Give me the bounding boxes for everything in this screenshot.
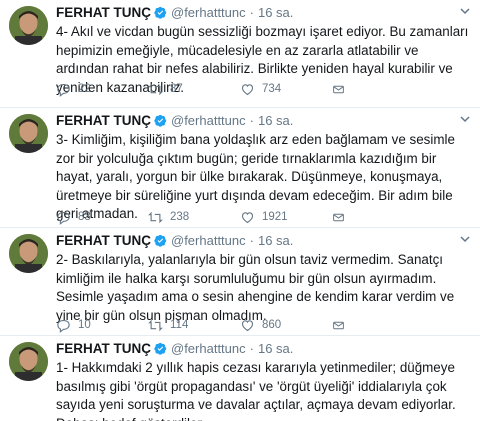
tweet[interactable]: FERHAT TUNÇ @ferhatttunc · 16 sa. 2- Bas… xyxy=(0,228,480,336)
verified-badge-icon xyxy=(154,6,167,19)
like-count: 734 xyxy=(262,83,282,95)
separator-dot: · xyxy=(249,5,254,20)
like-count: 860 xyxy=(262,319,282,331)
like-button[interactable]: 1921 xyxy=(240,210,332,225)
author-handle[interactable]: @ferhatttunc xyxy=(171,5,246,20)
retweet-button[interactable]: 114 xyxy=(148,318,240,333)
reply-count: 10 xyxy=(78,319,91,331)
heart-icon xyxy=(241,211,254,223)
direct-message-button[interactable] xyxy=(332,210,352,225)
direct-message-button[interactable] xyxy=(332,82,352,97)
tweet-timestamp[interactable]: 16 sa. xyxy=(258,5,293,20)
avatar[interactable] xyxy=(9,114,48,153)
verified-badge-icon xyxy=(154,234,167,247)
envelope-icon xyxy=(333,321,344,329)
avatar[interactable] xyxy=(9,234,48,273)
verified-badge-icon xyxy=(154,342,167,355)
author-name[interactable]: FERHAT TUNÇ xyxy=(56,341,151,356)
retweet-icon xyxy=(148,211,163,223)
reply-button[interactable]: 83 xyxy=(56,210,148,225)
like-button[interactable]: 860 xyxy=(240,318,332,333)
heart-icon xyxy=(241,83,254,95)
separator-dot: · xyxy=(249,233,254,248)
separator-dot: · xyxy=(249,341,254,356)
tweet-timestamp[interactable]: 16 sa. xyxy=(258,341,293,356)
tweet-text: 1- Hakkımdaki 2 yıllık hapis cezası kara… xyxy=(56,360,456,421)
avatar[interactable] xyxy=(9,6,48,45)
retweet-button[interactable]: 87 xyxy=(148,82,240,97)
retweet-icon xyxy=(148,83,163,95)
tweet-timestamp[interactable]: 16 sa. xyxy=(258,113,293,128)
author-name[interactable]: FERHAT TUNÇ xyxy=(56,113,151,128)
reply-icon xyxy=(57,83,70,97)
retweet-icon xyxy=(148,319,163,331)
reply-button[interactable]: 22 xyxy=(56,82,148,97)
envelope-icon xyxy=(333,85,344,93)
author-handle[interactable]: @ferhatttunc xyxy=(171,341,246,356)
tweet-text: 2- Baskılarıyla, yalanlarıyla bir gün ol… xyxy=(56,252,455,323)
verified-badge-icon xyxy=(154,114,167,127)
tweet-timestamp[interactable]: 16 sa. xyxy=(258,233,293,248)
avatar[interactable] xyxy=(9,342,48,381)
reply-count: 83 xyxy=(78,211,91,223)
author-name[interactable]: FERHAT TUNÇ xyxy=(56,5,151,20)
chevron-down-icon[interactable] xyxy=(458,4,472,18)
reply-count: 22 xyxy=(78,83,91,95)
retweet-count: 114 xyxy=(170,319,189,331)
author-name[interactable]: FERHAT TUNÇ xyxy=(56,233,151,248)
tweet[interactable]: FERHAT TUNÇ @ferhatttunc · 16 sa. 4- Akı… xyxy=(0,0,480,108)
chevron-down-icon[interactable] xyxy=(458,112,472,126)
reply-icon xyxy=(57,319,70,333)
envelope-icon xyxy=(333,213,344,221)
retweet-count: 87 xyxy=(170,83,183,95)
like-button[interactable]: 734 xyxy=(240,82,332,97)
retweet-count: 238 xyxy=(170,211,190,223)
reply-icon xyxy=(57,211,70,225)
direct-message-button[interactable] xyxy=(332,318,352,333)
tweet[interactable]: FERHAT TUNÇ @ferhatttunc · 16 sa. 1- Hak… xyxy=(0,336,480,421)
reply-button[interactable]: 10 xyxy=(56,318,148,333)
author-handle[interactable]: @ferhatttunc xyxy=(171,233,246,248)
heart-icon xyxy=(241,319,254,331)
chevron-down-icon[interactable] xyxy=(458,232,472,246)
like-count: 1921 xyxy=(262,211,288,223)
author-handle[interactable]: @ferhatttunc xyxy=(171,113,246,128)
tweet[interactable]: FERHAT TUNÇ @ferhatttunc · 16 sa. 3- Kim… xyxy=(0,108,480,228)
retweet-button[interactable]: 238 xyxy=(148,210,240,225)
separator-dot: · xyxy=(249,113,254,128)
